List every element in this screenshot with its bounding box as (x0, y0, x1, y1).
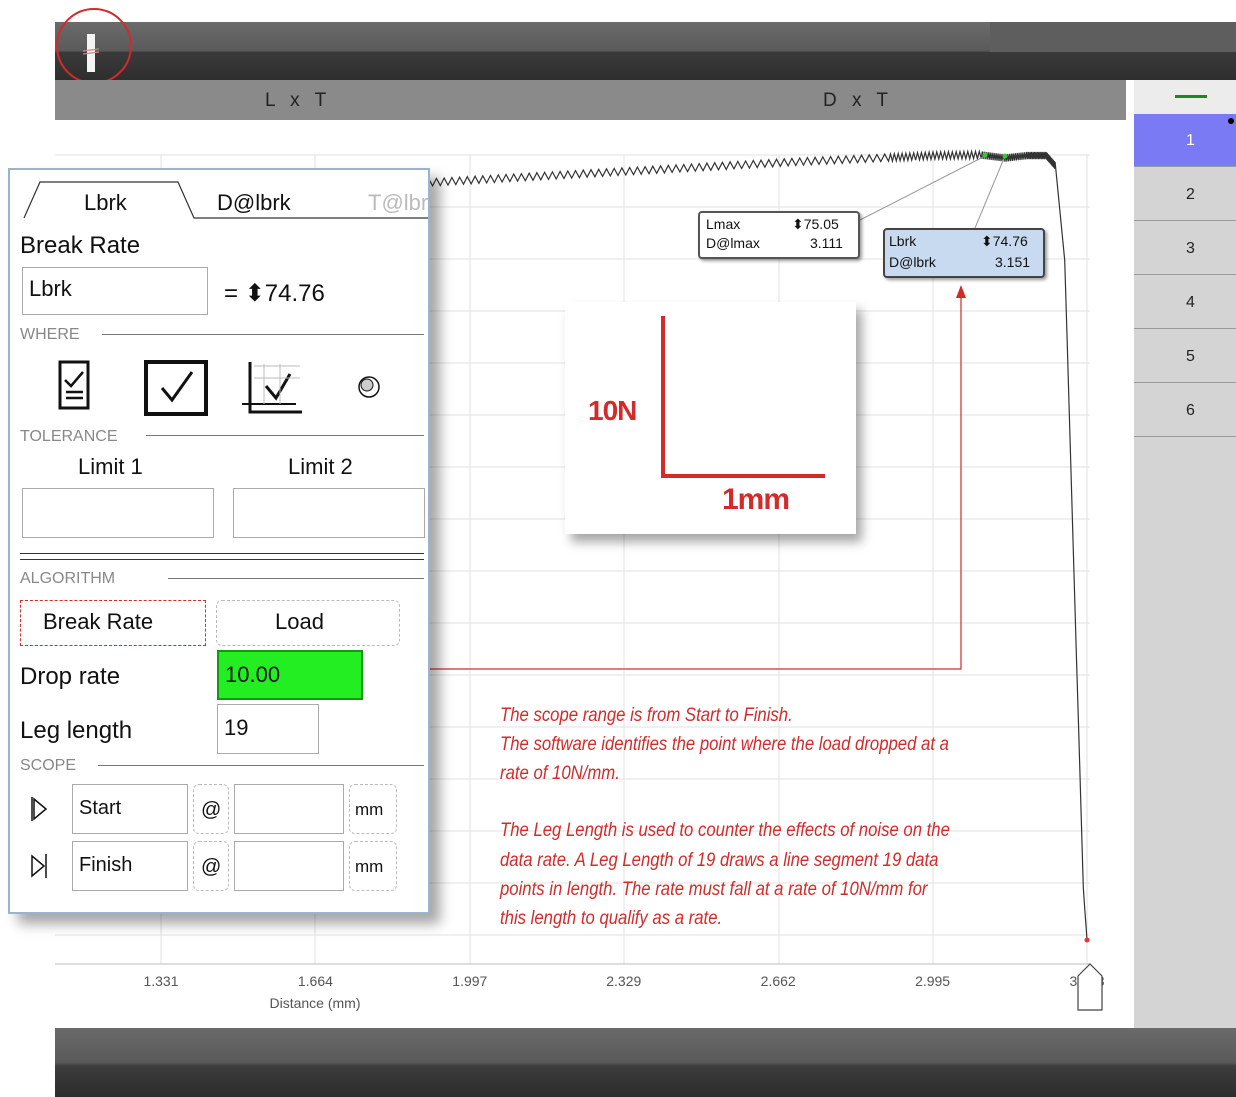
annotation-line: this length to qualify as a rate. (500, 908, 723, 929)
end-marker (1084, 937, 1090, 943)
section-rule (98, 765, 424, 766)
circle-option-icon[interactable] (356, 374, 382, 400)
annotation-line: The Leg Length is used to counter the ef… (500, 820, 950, 841)
start-distance-field[interactable] (234, 784, 344, 834)
dlmax-value: 3.111 (810, 235, 843, 251)
where-section-label: WHERE (20, 326, 80, 343)
dlbrk-value: 3.151 (995, 254, 1031, 270)
section-rule (102, 334, 424, 335)
lbrk-value: ⬍74.76 (981, 233, 1028, 249)
lbrk-leader (974, 155, 1006, 229)
double-divider (20, 553, 424, 560)
x-tick-labels: 1.3311.6641.9972.3292.6622.9953.328 (143, 973, 1104, 989)
scale-vertical-label: 10N (588, 395, 637, 426)
lmax-name: Lmax (706, 216, 741, 232)
drop-rate-field[interactable]: 10.00 (217, 650, 363, 700)
unit-label: mm (349, 784, 397, 834)
cursor-marker-icon[interactable] (1077, 963, 1103, 1011)
scale-vertical-bar (661, 316, 665, 478)
tab-lbrk[interactable]: Lbrk (84, 190, 127, 216)
tab-dlbrk[interactable]: D@lbrk (217, 190, 291, 216)
at-label: @ (193, 841, 229, 891)
tolerance-section-label: TOLERANCE (20, 428, 118, 445)
algorithm-section-label: ALGORITHM (20, 570, 116, 587)
lmax-value: ⬍75.05 (792, 216, 839, 232)
finish-field[interactable]: Finish (72, 841, 188, 891)
leg-length-field[interactable]: 19 (217, 704, 319, 754)
scale-horizontal-bar (661, 474, 825, 478)
annotation-line: The software identifies the point where … (500, 734, 949, 755)
annotation-line: points in length. The rate must fall at … (500, 879, 928, 900)
annotation-line: data rate. A Leg Length of 19 draws a li… (500, 850, 939, 871)
x-axis-label: Distance (mm) (269, 995, 360, 1011)
x-tick-label: 1.997 (452, 973, 487, 989)
tab-tlbrk[interactable]: T@lbrk (368, 190, 428, 216)
algo-load-button[interactable]: Load (216, 600, 400, 646)
start-field[interactable]: Start (72, 784, 188, 834)
list-check-icon[interactable] (58, 358, 94, 414)
name-field[interactable]: Lbrk (22, 267, 208, 315)
section-rule (146, 435, 424, 436)
lbrk-readout[interactable]: Lbrk ⬍74.76 D@lbrk 3.151 (883, 228, 1045, 278)
box-check-icon[interactable] (144, 358, 210, 418)
limit2-label: Limit 2 (288, 454, 353, 479)
lmax-readout[interactable]: Lmax ⬍75.05 D@lmax 3.111 (698, 211, 860, 259)
limit1-label: Limit 1 (78, 454, 143, 479)
x-tick-label: 1.331 (143, 973, 178, 989)
annotation-line: rate of 10N/mm. (500, 763, 620, 784)
start-marker-icon (31, 797, 48, 821)
limit2-field[interactable] (233, 488, 425, 538)
algo-break-rate-button[interactable]: Break Rate (20, 600, 206, 646)
arrow-head (956, 285, 966, 298)
lbrk-name: Lbrk (889, 233, 917, 249)
x-tick-label: 1.664 (298, 973, 333, 989)
unit-label: mm (349, 841, 397, 891)
annotation-line: The scope range is from Start to Finish. (500, 705, 793, 726)
dialog-title: Break Rate (20, 232, 141, 259)
section-rule (168, 578, 424, 579)
scale-horizontal-label: 1mm (722, 483, 790, 516)
break-rate-dialog: Lbrk D@lbrk T@lbrk Break Rate Lbrk = ⬍74… (8, 168, 430, 914)
limit1-field[interactable] (22, 488, 214, 538)
leg-length-label: Leg length (20, 717, 133, 744)
graph-check-icon[interactable] (240, 356, 306, 420)
bottom-toolbar (55, 1028, 1236, 1097)
drop-rate-label: Drop rate (20, 663, 121, 690)
lmax-marker (982, 152, 988, 158)
dlmax-name: D@lmax (706, 235, 760, 251)
x-tick-label: 2.662 (761, 973, 796, 989)
finish-distance-field[interactable] (234, 841, 344, 891)
x-tick-label: 2.329 (606, 973, 641, 989)
result-readout: = ⬍74.76 (224, 280, 325, 307)
dlbrk-name: D@lbrk (889, 254, 936, 270)
scope-section-label: SCOPE (20, 757, 77, 774)
x-tick-label: 2.995 (915, 973, 950, 989)
lmax-leader (859, 155, 986, 221)
lbrk-marker (1002, 153, 1008, 159)
at-label: @ (193, 784, 229, 834)
finish-marker-icon (31, 854, 47, 878)
